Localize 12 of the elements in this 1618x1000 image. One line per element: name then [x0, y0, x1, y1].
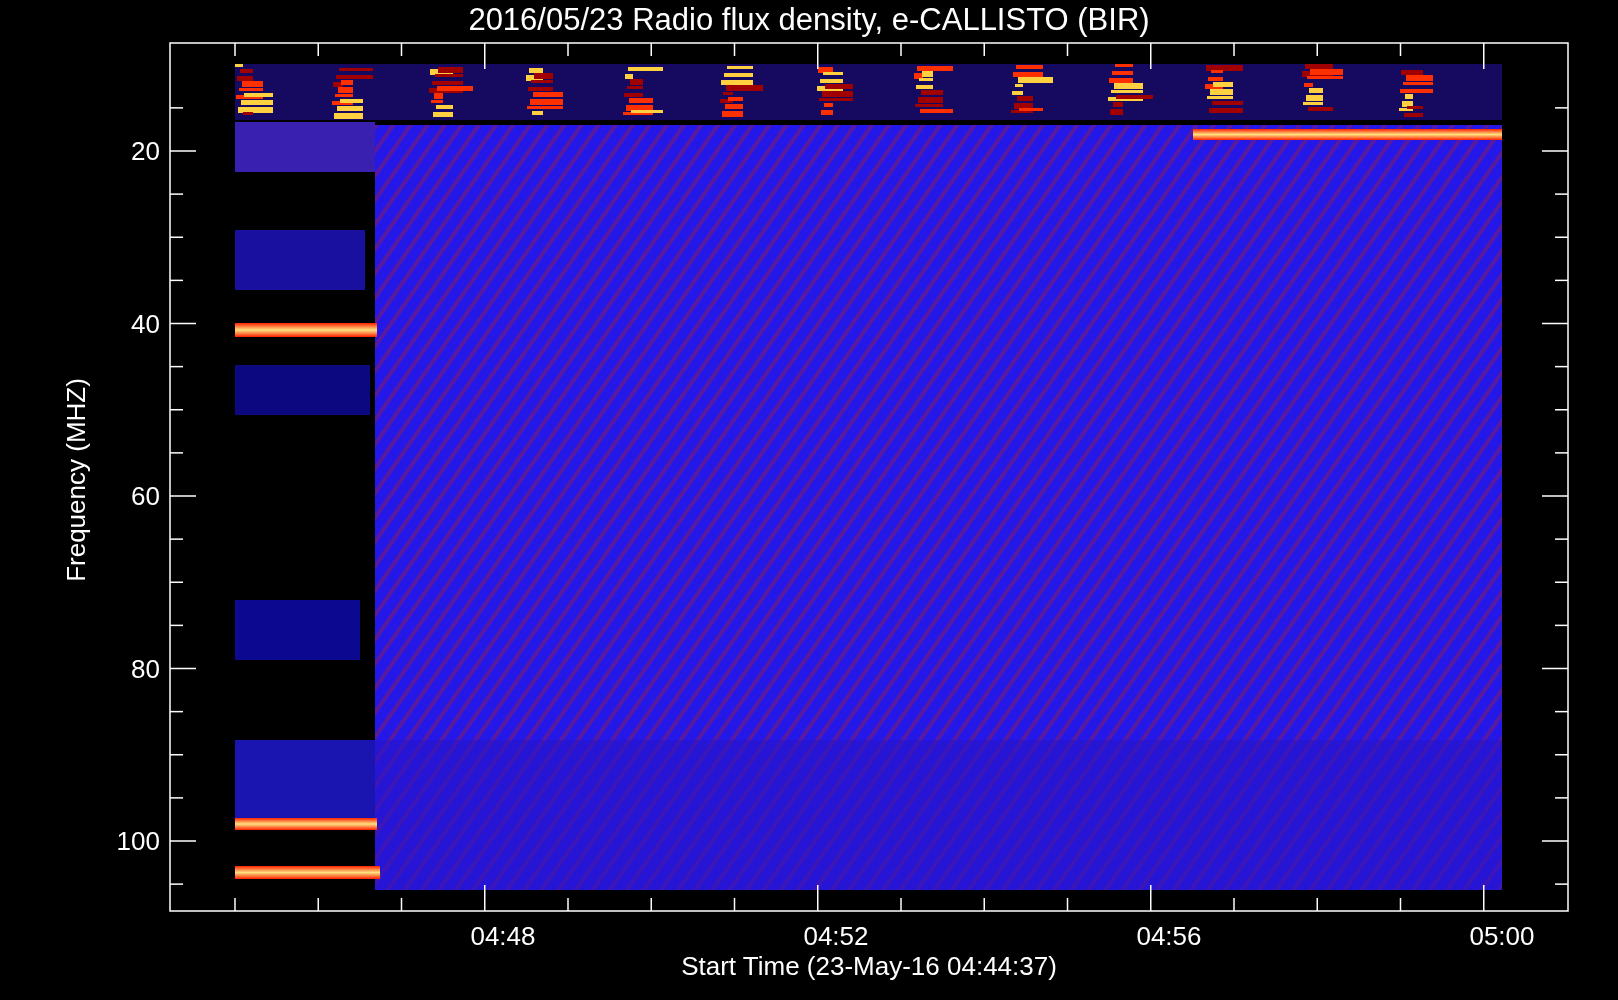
x-axis-label: Start Time (23-May-16 04:44:37) [681, 951, 1057, 981]
y-tick-label: 20 [131, 136, 160, 166]
x-tick-label: 05:00 [1469, 921, 1535, 951]
y-tick-label: 60 [131, 481, 160, 511]
y-tick-label: 100 [116, 826, 160, 856]
x-tick-label: 04:52 [803, 921, 869, 951]
y-axis-label: Frequency (MHZ) [61, 378, 91, 582]
x-tick-label: 04:56 [1136, 921, 1202, 951]
y-tick-label: 80 [131, 653, 160, 684]
x-tick-label: 04:48 [470, 921, 536, 951]
y-tick-label: 40 [131, 308, 160, 339]
chart-title: 2016/05/23 Radio flux density, e-CALLISTO (BIR) [468, 2, 1150, 37]
